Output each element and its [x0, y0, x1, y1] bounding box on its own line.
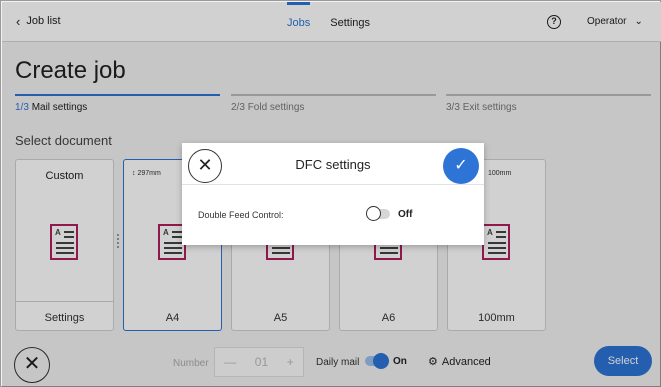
double-feed-control-label: Double Feed Control: — [198, 210, 284, 220]
double-feed-control-toggle[interactable] — [366, 206, 390, 221]
dialog-title: DFC settings — [295, 157, 371, 172]
double-feed-control-state: Off — [398, 209, 413, 220]
app-window: ‹ Job list Jobs Settings ? Operator ⌄ Cr… — [0, 0, 661, 387]
toggle-knob — [366, 206, 381, 221]
dfc-settings-dialog: ✕ DFC settings ✓ Double Feed Control: Of… — [182, 143, 484, 245]
dialog-header: ✕ DFC settings ✓ — [182, 143, 484, 185]
checkmark-icon[interactable]: ✓ — [443, 148, 479, 184]
